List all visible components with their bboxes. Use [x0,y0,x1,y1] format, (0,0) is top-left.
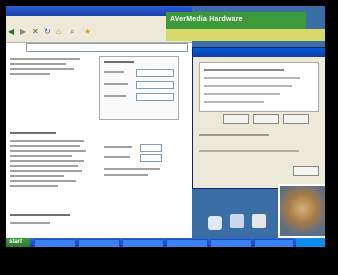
banner-text: AVerMedia Hardware [170,16,243,23]
taskbar-item[interactable] [122,239,164,247]
home-icon[interactable]: ⌂ [56,27,61,36]
taskbar-item[interactable] [166,239,208,247]
forward-icon[interactable]: ▶ [20,27,26,36]
browser-titlebar[interactable] [6,6,192,16]
taskbar-item[interactable] [78,239,120,247]
desktop-icons [202,178,272,238]
system-tray [296,238,325,247]
back-icon[interactable]: ◀ [8,27,14,36]
taskbar-item[interactable] [254,239,294,247]
photo-thumbnail[interactable] [278,184,325,238]
desktop-icon[interactable] [208,216,222,230]
form-field[interactable] [136,69,174,77]
refresh-icon[interactable]: ↻ [44,27,51,36]
start-label: start [9,239,23,245]
desktop-icon[interactable] [230,214,244,228]
browser-toolbar: ◀ ▶ ✕ ↻ ⌂ ⌕ ★ [6,24,192,43]
dialog-button[interactable] [283,114,309,124]
address-bar[interactable] [26,43,188,52]
desktop-screen: ◀ ▶ ✕ ↻ ⌂ ⌕ ★ AVerMedia Hardware start [6,6,325,247]
form-field[interactable] [140,154,162,162]
dialog-window [192,47,325,189]
dialog-button[interactable] [253,114,279,124]
dialog-button[interactable] [223,114,249,124]
taskbar-item[interactable] [34,239,76,247]
taskbar-item[interactable] [210,239,252,247]
menu-bar[interactable] [6,16,192,24]
search-icon[interactable]: ⌕ [70,27,74,37]
form-field[interactable] [140,144,162,152]
favorites-icon[interactable]: ★ [84,27,91,36]
dialog-titlebar[interactable] [193,48,325,57]
form-field[interactable] [136,81,174,89]
stop-icon[interactable]: ✕ [32,27,39,36]
desktop-icon[interactable] [252,214,266,228]
dialog-ok-button[interactable] [293,166,319,176]
form-lower [102,144,182,180]
form-panel [99,56,179,120]
dialog-list [199,62,319,112]
browser-window: ◀ ▶ ✕ ↻ ⌂ ⌕ ★ [6,6,192,238]
page-content [8,54,96,234]
form-field[interactable] [136,93,174,101]
info-strip [166,29,325,41]
start-button[interactable]: start [6,238,30,247]
banner: AVerMedia Hardware [166,12,306,29]
